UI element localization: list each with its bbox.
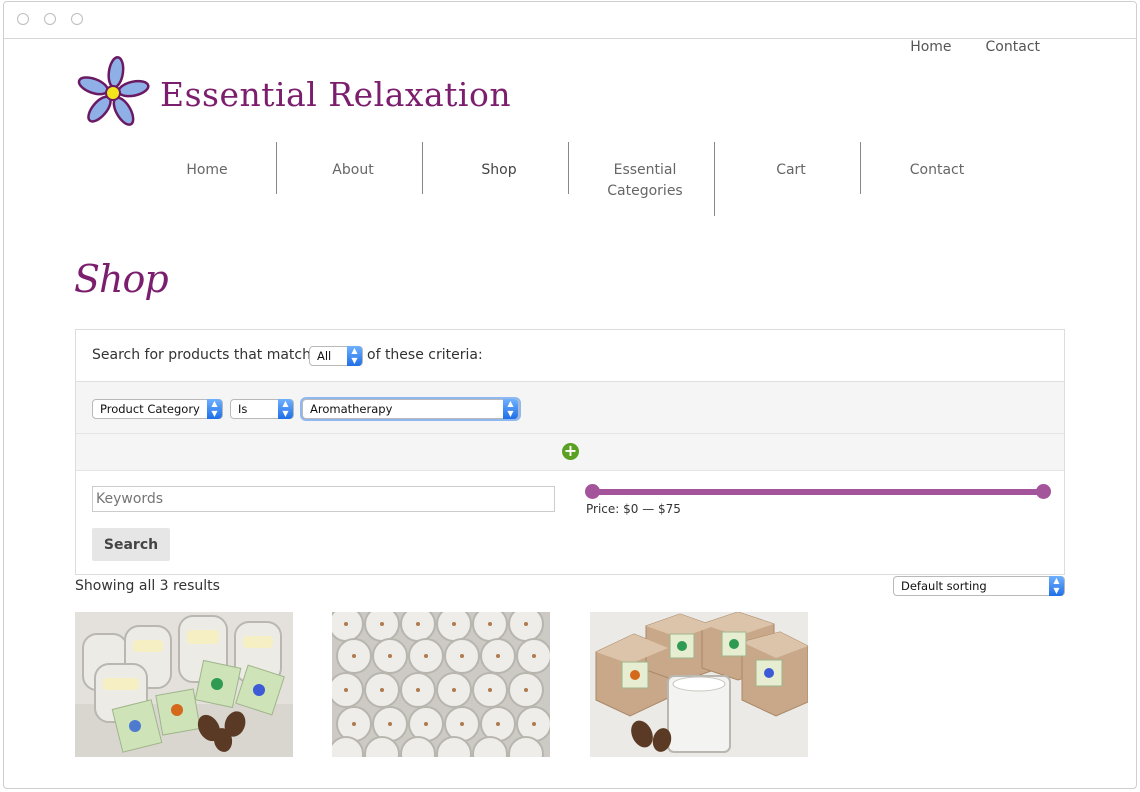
- close-window-icon[interactable]: [17, 13, 29, 25]
- select-arrow-icon: ▲ ▼: [1049, 576, 1064, 596]
- site-logo[interactable]: Essential Relaxation: [74, 55, 511, 133]
- nav-divider: [422, 142, 423, 194]
- product-image-boxed-candles[interactable]: [590, 612, 808, 757]
- select-arrow-icon: ▲ ▼: [207, 399, 222, 419]
- brand-name: Essential Relaxation: [160, 75, 512, 114]
- criteria-operator-value: Is: [238, 402, 248, 416]
- criteria-value-select[interactable]: Aromatherapy ▲ ▼: [302, 399, 519, 419]
- add-criteria-icon[interactable]: +: [562, 443, 579, 460]
- match-select[interactable]: All ▲ ▼: [309, 346, 363, 366]
- product-image-tea-light-candles[interactable]: [332, 612, 550, 757]
- top-links: Home Contact: [910, 39, 1040, 59]
- results-count: Showing all 3 results: [75, 578, 220, 594]
- match-select-value: All: [317, 349, 332, 363]
- nav-about[interactable]: About: [280, 142, 426, 181]
- select-arrow-icon: ▲ ▼: [503, 399, 518, 419]
- nav-divider: [568, 142, 569, 194]
- nav-contact[interactable]: Contact: [864, 142, 1010, 181]
- nav-divider: [714, 142, 715, 216]
- price-range-label: Price: $0 — $75: [586, 502, 681, 516]
- top-link-contact[interactable]: Contact: [986, 39, 1040, 59]
- price-slider-min-handle[interactable]: [585, 484, 600, 499]
- criteria-field-value: Product Category: [100, 402, 200, 416]
- keywords-input[interactable]: [92, 486, 555, 512]
- criteria-operator-select[interactable]: Is ▲ ▼: [230, 399, 294, 419]
- nav-cart[interactable]: Cart: [718, 142, 864, 181]
- criteria-row: Product Category ▲ ▼ Is ▲ ▼ Aromatherapy ▲…: [76, 382, 1064, 434]
- match-suffix-text: of these criteria:: [367, 347, 483, 363]
- nav-essential-categories[interactable]: Essential Categories: [572, 142, 718, 202]
- browser-window: Home Contact Essential Relaxation Home A…: [3, 1, 1137, 789]
- flower-logo-icon: [77, 56, 150, 126]
- product-search-panel: Search for products that match All ▲ ▼ of…: [75, 329, 1065, 575]
- criteria-value-value: Aromatherapy: [310, 402, 393, 416]
- price-slider-max-handle[interactable]: [1036, 484, 1051, 499]
- minimize-window-icon[interactable]: [44, 13, 56, 25]
- sort-select-value: Default sorting: [901, 579, 987, 593]
- zoom-window-icon[interactable]: [71, 13, 83, 25]
- add-criteria-row: +: [76, 434, 1064, 471]
- criteria-field-select[interactable]: Product Category ▲ ▼: [92, 399, 223, 419]
- product-image-glass-jar-candles[interactable]: [75, 612, 293, 757]
- page-content: Home Contact Essential Relaxation Home A…: [4, 39, 1136, 788]
- match-prefix-text: Search for products that match: [92, 347, 311, 363]
- nav-home[interactable]: Home: [134, 142, 280, 181]
- main-nav: Home About Shop Essential Categories Car…: [134, 142, 1010, 216]
- nav-divider: [860, 142, 861, 194]
- top-link-home[interactable]: Home: [910, 39, 951, 59]
- sort-select[interactable]: Default sorting ▲ ▼: [893, 576, 1065, 596]
- nav-shop[interactable]: Shop: [426, 142, 572, 181]
- select-arrow-icon: ▲ ▼: [347, 346, 362, 366]
- select-arrow-icon: ▲ ▼: [278, 399, 293, 419]
- match-row: Search for products that match All ▲ ▼ of…: [76, 330, 1064, 382]
- page-title: Shop: [74, 257, 169, 301]
- title-bar: [4, 2, 1136, 39]
- search-button[interactable]: Search: [92, 528, 170, 561]
- price-slider-track[interactable]: [592, 489, 1043, 495]
- nav-divider: [276, 142, 277, 194]
